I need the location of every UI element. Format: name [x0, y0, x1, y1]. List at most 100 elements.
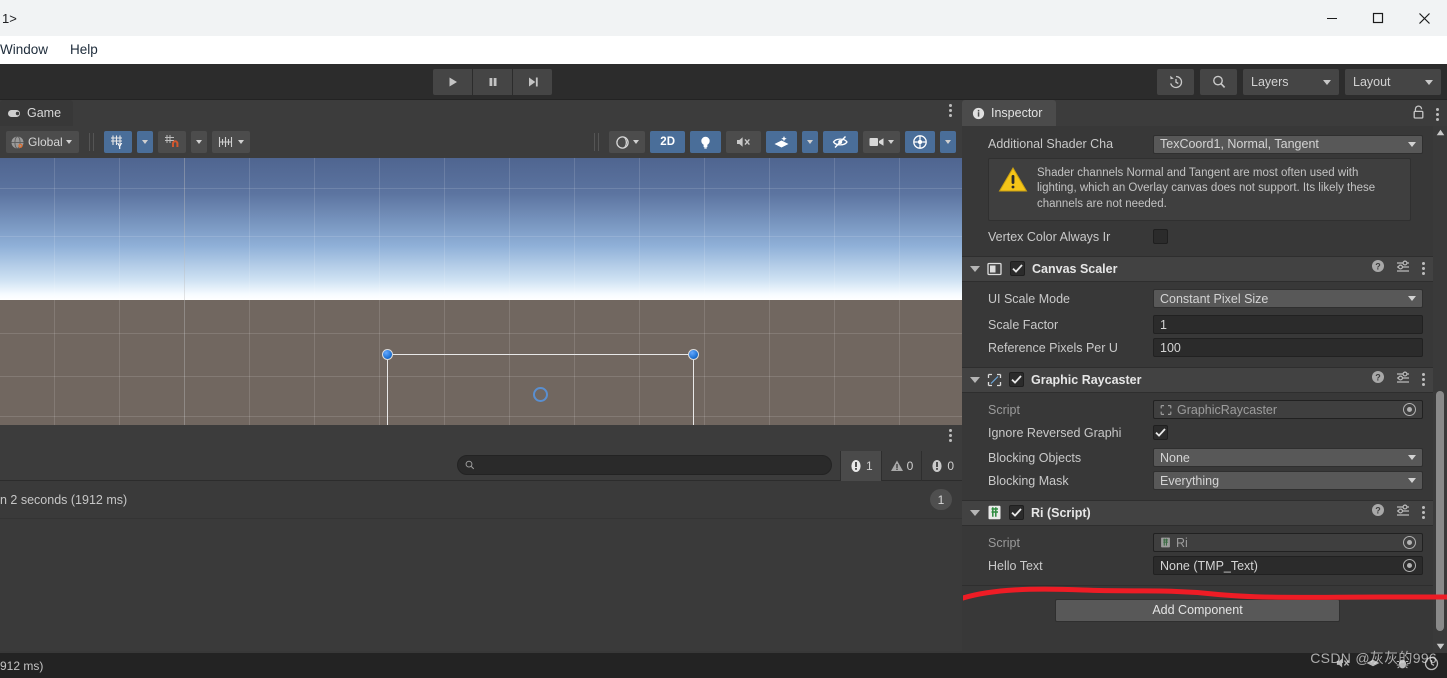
component-menu-button[interactable] [1422, 373, 1425, 387]
help-button[interactable]: ? [1371, 259, 1385, 278]
gizmos-dropdown[interactable] [940, 131, 956, 153]
menu-help[interactable]: Help [59, 36, 109, 64]
preset-button[interactable] [1396, 259, 1411, 278]
scale-factor-input[interactable]: 1 [1153, 315, 1423, 335]
lock-button[interactable] [1412, 105, 1425, 124]
graphic-raycaster-enabled-checkbox[interactable] [1009, 372, 1024, 388]
tab-inspector[interactable]: Inspector [962, 100, 1057, 126]
object-picker-icon[interactable] [1403, 559, 1416, 573]
rect-handle-top-right[interactable] [687, 348, 699, 360]
magnet-snap-toggle[interactable] [157, 131, 186, 153]
game-view-menu-button[interactable] [949, 104, 952, 117]
scene-lighting-toggle[interactable] [690, 131, 721, 153]
reference-pixels-per-unit-input[interactable]: 100 [1153, 338, 1423, 358]
console-search-box[interactable] [457, 455, 832, 475]
pivot-rotation-dropdown[interactable]: Global [6, 131, 79, 153]
console-search-input[interactable] [474, 459, 831, 471]
ruler-snap-toggle[interactable] [211, 131, 250, 153]
field-additional-shader-channels[interactable]: Additional Shader Cha TexCoord1, Normal,… [962, 134, 1433, 154]
inspector-menu-button[interactable] [1436, 108, 1439, 121]
foldout-arrow-icon[interactable] [970, 376, 980, 383]
foldout-arrow-icon[interactable] [970, 265, 980, 272]
2d-toggle[interactable]: 2D [650, 131, 685, 153]
console-log-list[interactable]: n 2 seconds (1912 ms) 1 [0, 481, 962, 651]
field-blocking-objects[interactable]: Blocking Objects None [962, 448, 1433, 468]
scene-camera-dropdown[interactable] [863, 131, 900, 153]
field-blocking-mask[interactable]: Blocking Mask Everything [962, 471, 1433, 491]
console-error-count: 0 [947, 459, 954, 473]
scene-viewport[interactable]: Hello ! [0, 158, 962, 425]
pivot-handle[interactable] [532, 386, 548, 402]
component-menu-button[interactable] [1422, 506, 1425, 520]
foldout-arrow-icon[interactable] [970, 509, 980, 516]
selection-edge-right [693, 354, 694, 425]
checkmark-icon [1155, 428, 1166, 438]
hidden-objects-toggle[interactable] [823, 131, 858, 153]
step-button[interactable] [513, 69, 552, 95]
play-button[interactable] [433, 69, 472, 95]
grid-snapping-dropdown[interactable] [136, 131, 153, 153]
blocking-mask-dropdown[interactable]: Everything [1153, 471, 1423, 491]
field-vertex-color-always-in-gamma[interactable]: Vertex Color Always Ir [962, 227, 1433, 247]
menu-window[interactable]: Window [0, 36, 59, 64]
component-menu-button[interactable] [1422, 262, 1425, 276]
console-warning-counter[interactable]: 0 [880, 451, 922, 481]
component-header-graphic-raycaster[interactable]: Graphic Raycaster ? [962, 366, 1433, 393]
component-header-canvas-scaler[interactable]: Canvas Scaler ? [962, 255, 1433, 282]
field-ignore-reversed-graphics[interactable]: Ignore Reversed Graphi [962, 423, 1433, 443]
component-header-icons: ? [1371, 259, 1425, 278]
help-button[interactable]: ? [1371, 370, 1385, 389]
field-scale-factor[interactable]: Scale Factor 1 [962, 315, 1433, 335]
status-bar[interactable]: 912 ms) [0, 653, 1447, 678]
help-button[interactable]: ? [1371, 503, 1385, 522]
magnet-snap-dropdown[interactable] [190, 131, 207, 153]
toolbar-right-group: Layers Layout [1157, 69, 1441, 95]
chevron-down-icon [237, 140, 244, 144]
additional-shader-channels-dropdown[interactable]: TexCoord1, Normal, Tangent [1153, 134, 1423, 154]
vertex-color-checkbox[interactable] [1153, 229, 1168, 245]
scrollbar-thumb[interactable] [1436, 391, 1444, 631]
undo-history-button[interactable] [1157, 69, 1194, 95]
hello-text-object-field[interactable]: None (TMP_Text) [1153, 556, 1423, 576]
scene-fx-dropdown[interactable] [802, 131, 818, 153]
scrollbar-up-button[interactable] [1433, 126, 1447, 139]
field-hello-text[interactable]: Hello Text None (TMP_Text) [962, 556, 1433, 576]
field-reference-pixels-per-unit[interactable]: Reference Pixels Per U 100 [962, 338, 1433, 358]
unity-editor-window: 1> Window Help Layers Layout Game Global… [0, 0, 1447, 678]
ri-script-enabled-checkbox[interactable] [1009, 505, 1024, 521]
maximize-button[interactable] [1355, 0, 1401, 36]
close-button[interactable] [1401, 0, 1447, 36]
tab-game[interactable]: Game [0, 100, 74, 126]
lock-icon [1413, 105, 1424, 119]
rect-handle-top-left[interactable] [381, 348, 393, 360]
component-header-ri-script[interactable]: Ri (Script) ? [962, 499, 1433, 526]
scene-fx-toggle[interactable] [766, 131, 797, 153]
canvas-scaler-enabled-checkbox[interactable] [1010, 261, 1025, 277]
inspector-scrollbar[interactable] [1433, 126, 1447, 653]
chevron-down-icon [888, 140, 894, 144]
field-label: Hello Text [988, 558, 1043, 573]
add-component-button[interactable]: Add Component [1055, 598, 1340, 622]
layout-dropdown[interactable]: Layout [1345, 69, 1441, 95]
console-menu-button[interactable] [949, 429, 952, 442]
ignore-reversed-graphics-checkbox[interactable] [1153, 425, 1168, 441]
console-panel: 1 0 0 n 2 seconds (1912 ms) 1 [0, 425, 962, 653]
console-log-row[interactable]: n 2 seconds (1912 ms) 1 [0, 481, 962, 519]
inspector-tabstrip: Inspector [962, 100, 1447, 126]
layers-dropdown[interactable]: Layers [1243, 69, 1339, 95]
field-ui-scale-mode[interactable]: UI Scale Mode Constant Pixel Size [962, 289, 1433, 309]
preset-button[interactable] [1396, 503, 1411, 522]
toolbar-search-button[interactable] [1200, 69, 1237, 95]
blocking-objects-dropdown[interactable]: None [1153, 448, 1423, 468]
pause-button[interactable] [473, 69, 512, 95]
chevron-down-icon [1408, 296, 1416, 302]
preset-button[interactable] [1396, 370, 1411, 389]
gizmos-toggle[interactable] [905, 131, 935, 153]
shading-mode-dropdown[interactable] [609, 131, 646, 153]
minimize-button[interactable] [1309, 0, 1355, 36]
scene-audio-toggle[interactable] [726, 131, 761, 153]
console-error-counter[interactable]: 0 [921, 451, 962, 481]
console-log-counter[interactable]: 1 [839, 451, 881, 481]
grid-snapping-toggle[interactable]: Y [103, 131, 132, 153]
ui-scale-mode-dropdown[interactable]: Constant Pixel Size [1153, 289, 1423, 309]
